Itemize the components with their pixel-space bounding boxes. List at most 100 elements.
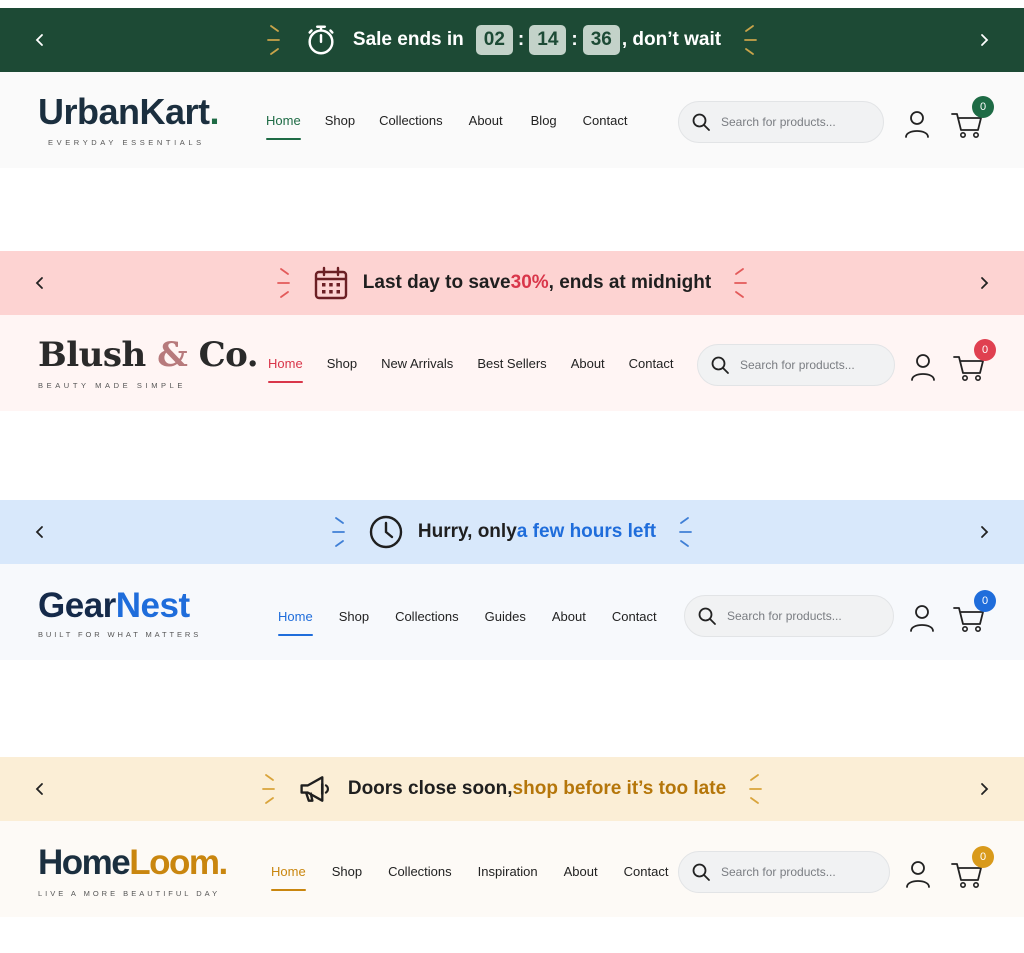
promo-message: Last day to save 30% , ends at midnight [363,272,711,294]
user-icon[interactable] [910,353,936,381]
cart-button[interactable]: 0 [952,590,996,634]
promo-text: Hurry, only [417,521,517,542]
brand-logo[interactable]: HomeLoom. LIVE A MORE BEAUTIFUL DAY [38,843,229,898]
brand-logo[interactable]: GearNest BUILT FOR WHAT MATTERS [38,586,201,639]
chevron-left-icon[interactable] [28,777,52,801]
main-nav: Home Shop Collections Guides About Conta… [266,606,671,636]
site-header: UrbanKart. EVERYDAY ESSENTIALS Home Shop… [0,72,1024,168]
user-icon[interactable] [905,860,931,888]
chevron-left-icon[interactable] [28,28,52,52]
countdown-minutes: 14 [529,25,567,55]
cart-count-badge: 0 [972,846,994,868]
nav-item-home[interactable]: Home [266,606,325,636]
cart-button[interactable]: 0 [950,846,994,890]
main-nav: Home Shop New Arrivals Best Sellers Abou… [256,353,686,383]
nav-item-shop[interactable]: Shop [325,606,383,628]
brand-name: Blush [38,335,158,375]
brand-dot: . [218,843,229,882]
search-bar [678,101,884,143]
chevron-right-icon[interactable] [972,777,996,801]
nav-item-shop[interactable]: Shop [318,861,376,883]
countdown-prefix: Sale ends in [352,29,464,50]
sparkle-rays-icon [744,25,757,55]
nav-item-contact[interactable]: Contact [598,606,671,628]
promo-text: Doors close soon, [347,778,513,799]
search-bar [678,851,890,893]
chevron-right-icon[interactable] [972,28,996,52]
nav-item-shop[interactable]: Shop [315,353,369,375]
promo-highlight: 30% [510,272,549,293]
cart-count-badge: 0 [974,339,996,361]
brand-name-accent: Nest [115,586,190,625]
countdown-hours: 02 [475,25,513,55]
nav-item-collections[interactable]: Collections [383,606,471,628]
main-nav: Home Shop Collections Inspiration About … [259,861,683,891]
site-header: GearNest BUILT FOR WHAT MATTERS Home Sho… [0,564,1024,660]
nav-item-collections[interactable]: Collections [367,110,455,132]
nav-item-home[interactable]: Home [256,353,315,383]
cart-button[interactable]: 0 [950,96,994,140]
sparkle-rays-icon [749,774,763,804]
promo-text-end: , ends at midnight [548,272,712,293]
brand-logo[interactable]: Blush & Co. BEAUTY MADE SIMPLE [38,335,259,390]
nav-item-about[interactable]: About [540,606,598,628]
brand-name: UrbanKart [38,91,210,132]
brand-logo[interactable]: UrbanKart. EVERYDAY ESSENTIALS [38,91,220,148]
countdown-suffix: , don’t wait [621,29,722,50]
nav-item-home[interactable]: Home [259,861,318,891]
nav-item-collections[interactable]: Collections [376,861,464,883]
chevron-right-icon[interactable] [972,520,996,544]
calendar-icon [313,265,349,301]
search-input[interactable] [719,114,873,130]
main-nav: Home Shop Collections About Blog Contact [254,110,640,140]
search-icon [698,607,716,625]
promo-message: Hurry, only a few hours left [418,521,656,543]
promo-highlight: shop before it’s too late [512,778,727,799]
nav-item-guides[interactable]: Guides [471,606,540,628]
chevron-left-icon[interactable] [28,520,52,544]
sparkle-rays-icon [276,268,290,298]
nav-item-about[interactable]: About [455,110,517,132]
nav-item-about[interactable]: About [559,353,617,375]
nav-item-contact[interactable]: Contact [617,353,686,375]
sparkle-rays-icon [734,268,748,298]
site-header: Blush & Co. BEAUTY MADE SIMPLE Home Shop… [0,315,1024,411]
nav-item-shop[interactable]: Shop [313,110,367,132]
nav-item-best-sellers[interactable]: Best Sellers [465,353,558,375]
nav-item-contact[interactable]: Contact [610,861,683,883]
brand-dot: . [209,91,220,132]
brand-tagline: LIVE A MORE BEAUTIFUL DAY [38,889,221,898]
search-icon [711,356,729,374]
user-icon[interactable] [904,110,930,138]
search-input[interactable] [719,864,873,880]
nav-item-new-arrivals[interactable]: New Arrivals [369,353,465,375]
countdown-seconds: 36 [582,25,620,55]
search-icon [692,113,710,131]
sparkle-rays-icon [679,517,693,547]
nav-item-about[interactable]: About [552,861,610,883]
search-input[interactable] [738,357,892,373]
nav-item-contact[interactable]: Contact [571,110,640,132]
announcement-bar: Doors close soon, shop before it’s too l… [0,757,1024,821]
promo-highlight: a few hours left [516,521,657,542]
megaphone-icon [298,771,334,807]
cart-count-badge: 0 [974,590,996,612]
countdown-message: Sale ends in 02 : 14 : 36 , don’t wait [353,25,721,55]
nav-item-home[interactable]: Home [254,110,313,140]
chevron-left-icon[interactable] [28,271,52,295]
chevron-right-icon[interactable] [972,271,996,295]
brand-ampersand: & [157,335,188,375]
stopwatch-icon [303,22,339,58]
brand-name: Gear [38,586,116,625]
promo-text: Last day to save [362,272,511,293]
user-icon[interactable] [909,604,935,632]
sparkle-rays-icon [331,517,345,547]
search-input[interactable] [725,608,879,624]
brand-tagline: EVERYDAY ESSENTIALS [48,138,205,147]
search-bar [697,344,895,386]
cart-button[interactable]: 0 [952,339,996,383]
search-bar [684,595,894,637]
nav-item-inspiration[interactable]: Inspiration [464,861,552,883]
nav-item-blog[interactable]: Blog [517,110,571,132]
brand-tagline: BUILT FOR WHAT MATTERS [38,630,202,639]
